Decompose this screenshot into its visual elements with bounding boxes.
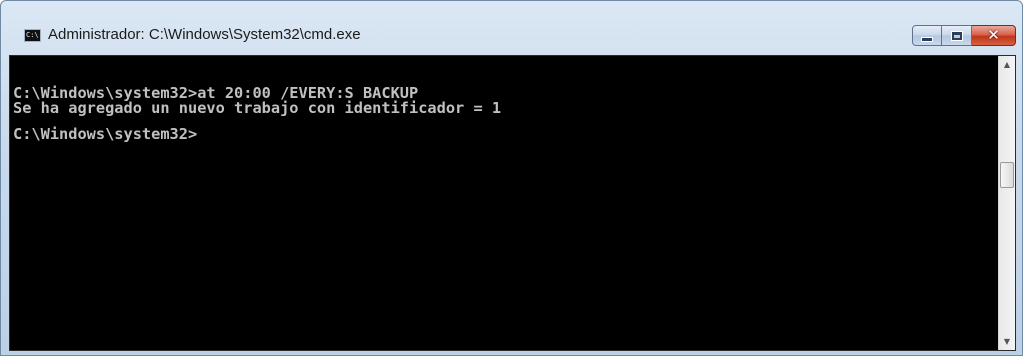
- cmd-icon[interactable]: C:\: [24, 29, 41, 42]
- console-area: C:\Windows\system32>at 20:00 /EVERY:S BA…: [9, 55, 1016, 351]
- minimize-icon: [922, 38, 932, 41]
- close-button[interactable]: ✕: [972, 25, 1016, 46]
- console-window: C:\ Administrador: C:\Windows\System32\c…: [0, 0, 1023, 356]
- scrollbar-thumb[interactable]: [1000, 162, 1014, 188]
- vertical-scrollbar[interactable]: ▲ ▼: [998, 56, 1015, 350]
- console-prompt: C:\Windows\system32>: [13, 125, 198, 143]
- window-controls: ✕: [912, 25, 1016, 46]
- minimize-button[interactable]: [912, 25, 942, 46]
- title-bar[interactable]: C:\ Administrador: C:\Windows\System32\c…: [1, 1, 1022, 51]
- maximize-button[interactable]: [942, 25, 972, 46]
- console-output[interactable]: C:\Windows\system32>at 20:00 /EVERY:S BA…: [10, 56, 998, 350]
- scroll-up-arrow-icon[interactable]: ▲: [999, 56, 1015, 73]
- maximize-icon: [951, 31, 962, 40]
- close-icon: ✕: [987, 26, 1000, 44]
- console-line: Se ha agregado un nuevo trabajo con iden…: [13, 99, 502, 117]
- window-title: Administrador: C:\Windows\System32\cmd.e…: [48, 26, 361, 43]
- scroll-down-arrow-icon[interactable]: ▼: [999, 333, 1015, 350]
